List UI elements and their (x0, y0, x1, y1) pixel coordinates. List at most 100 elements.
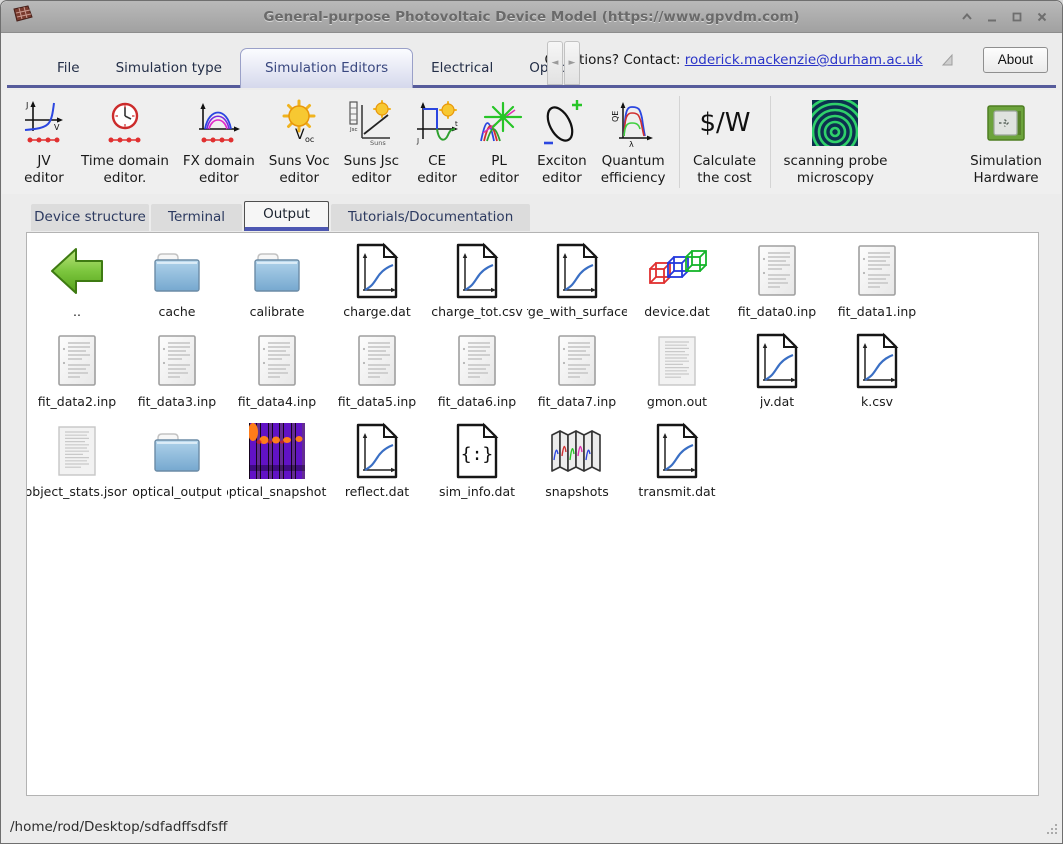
file-item-fit-data2-inp[interactable]: fit_data2.inp (27, 327, 127, 417)
file-item-sim-info-dat[interactable]: {:} sim_info.dat (427, 417, 527, 507)
svg-text:{:}: {:} (461, 444, 494, 465)
file-item-label: optical_output (132, 484, 221, 499)
toolbar-button-quantum-efficiency[interactable]: QE λ Quantum efficiency (601, 96, 666, 188)
file-item-calibrate[interactable]: calibrate (227, 237, 327, 327)
toolbar-button-label: PL editor (479, 153, 519, 188)
menubar-tab-label: Simulation Editors (265, 60, 388, 76)
document-tab-terminal[interactable]: Terminal (151, 204, 242, 231)
document-tab-label: Tutorials/Documentation (348, 209, 513, 225)
about-button[interactable]: About (983, 47, 1048, 73)
file-item-label: fit_data7.inp (538, 394, 616, 409)
shade-button[interactable] (959, 9, 975, 25)
jv-editor-icon: JV (21, 99, 67, 147)
tab-scroll-left-button[interactable]: ◄ (547, 41, 563, 85)
file-item-fit-data3-inp[interactable]: fit_data3.inp (127, 327, 227, 417)
toolbar-button-scanning-probe-microscopy[interactable]: scanning probe microscopy (784, 96, 888, 188)
toolbar-button-pl-editor[interactable]: PL editor (475, 96, 523, 188)
menubar-tab-simulation-type[interactable]: Simulation type (98, 51, 240, 85)
toolbar-button-ce-editor[interactable]: tJ CE editor (413, 96, 461, 188)
toolbar-button-label: Suns Voc editor (269, 153, 330, 188)
file-item-label: jv.dat (760, 394, 794, 409)
file-item-label: charge.dat (343, 304, 410, 319)
file-item-label: fit_data0.inp (738, 304, 816, 319)
tab-scroll-buttons: ◄ ► (547, 41, 581, 85)
file-item-label: fit_data6.inp (438, 394, 516, 409)
document-tab-label: Terminal (168, 209, 225, 225)
menubar-tab-file[interactable]: File (39, 51, 98, 85)
heatmap-icon (249, 423, 305, 479)
snapshots-icon (548, 426, 606, 476)
ribbon-menubar: FileSimulation type Simulation Editors Ele… (1, 34, 1062, 88)
file-item-fit-data7-inp[interactable]: fit_data7.inp (527, 327, 627, 417)
file-item-reflect-dat[interactable]: reflect.dat (327, 417, 427, 507)
folder-icon (149, 425, 205, 477)
file-item-snapshots[interactable]: snapshots (527, 417, 627, 507)
exciton-editor-icon (538, 97, 586, 149)
maximize-button[interactable] (1009, 9, 1025, 25)
document-tab-device-structure[interactable]: Device structure (31, 204, 149, 231)
file-item-label: charge_with_surface.csv (527, 304, 627, 319)
file-item-k-csv[interactable]: k.csv (827, 327, 927, 417)
svg-text:Jsc: Jsc (349, 127, 358, 133)
text-doc-icon (352, 333, 402, 389)
json-doc-icon: {:} (452, 422, 502, 480)
window-controls (959, 9, 1062, 25)
resize-grip[interactable] (1046, 823, 1059, 840)
file-item-charge-dat[interactable]: charge.dat (327, 237, 427, 327)
toolbar-button-label: Simulation Hardware (970, 153, 1042, 188)
document-tab-output[interactable]: Output (244, 201, 329, 231)
file-browser-panel[interactable]: .. cache calibrate charge.dat charge_tot… (26, 232, 1039, 796)
file-item-fit-data6-inp[interactable]: fit_data6.inp (427, 327, 527, 417)
pl-editor-icon (475, 99, 523, 147)
titlebar[interactable]: General-purpose Photovoltaic Device Mode… (1, 1, 1062, 33)
folder-icon (149, 245, 205, 297)
tab-scroll-right-button[interactable]: ► (564, 41, 580, 85)
toolbar-button-simulation-hardware[interactable]: Simulation Hardware (970, 96, 1042, 188)
file-item-charge-tot-csv[interactable]: charge_tot.csv (427, 237, 527, 327)
toolbar-button-label: Calculate the cost (693, 153, 756, 188)
file-item-optical-output[interactable]: optical_output (127, 417, 227, 507)
folder-icon (249, 245, 305, 297)
text-doc-icon (252, 333, 302, 389)
file-item-fit-data1-inp[interactable]: fit_data1.inp (827, 237, 927, 327)
file-item-transmit-dat[interactable]: transmit.dat (627, 417, 727, 507)
file-item-fit-data5-inp[interactable]: fit_data5.inp (327, 327, 427, 417)
toolbar-button-label: CE editor (417, 153, 457, 188)
menubar-tab-label: Electrical (431, 60, 493, 76)
toolbar-button-label: Suns Jsc editor (344, 153, 399, 188)
menubar-tab-electrical[interactable]: Electrical (413, 51, 511, 85)
toolbar-button-calculate-the-cost[interactable]: $/W Calculate the cost (693, 96, 757, 188)
file-item-optical-snapshots[interactable]: optical_snapshots (227, 417, 327, 507)
menubar-tabs: FileSimulation type Simulation Editors Ele… (39, 48, 595, 85)
chart-doc-icon (852, 332, 902, 390)
document-tab-tutorials-documentation[interactable]: Tutorials/Documentation (331, 204, 530, 231)
toolbar-button-time-domain-editor[interactable]: Time domain editor. (81, 96, 169, 188)
time-domain-icon (102, 99, 148, 147)
text-doc-icon (52, 333, 102, 389)
svg-text:t: t (455, 120, 458, 128)
minimize-button[interactable] (984, 9, 1000, 25)
simulation-hardware-icon (986, 103, 1026, 143)
file-item-device-dat[interactable]: device.dat (627, 237, 727, 327)
file-item-fit-data0-inp[interactable]: fit_data0.inp (727, 237, 827, 327)
toolbar-button-fx-domain-editor[interactable]: FX domain editor (183, 96, 255, 188)
file-item-jv-dat[interactable]: jv.dat (727, 327, 827, 417)
toolbar-button-exciton-editor[interactable]: Exciton editor (537, 96, 587, 188)
file-item-object-stats-json[interactable]: object_stats.json (27, 417, 127, 507)
text-doc-icon (452, 333, 502, 389)
toolbar-button-suns-voc-editor[interactable]: Voc Suns Voc editor (269, 96, 330, 188)
statusbar-path: /home/rod/Desktop/sdfadffsdfsff (10, 819, 227, 835)
quantum-efficiency-icon: QE λ (609, 98, 657, 148)
close-button[interactable] (1034, 9, 1050, 25)
toolbar-button-suns-jsc-editor[interactable]: Jsc Suns Suns Jsc editor (344, 96, 399, 188)
file-item-cache[interactable]: cache (127, 237, 227, 327)
menubar-tab-simulation-editors[interactable]: Simulation Editors (240, 48, 413, 88)
file-item-gmon-out[interactable]: gmon.out (627, 327, 727, 417)
svg-text:V: V (295, 127, 305, 143)
file-item-fit-data4-inp[interactable]: fit_data4.inp (227, 327, 327, 417)
file-item-[interactable]: .. (27, 237, 127, 327)
suns-jsc-icon: Jsc Suns (347, 99, 395, 147)
file-item-charge-with-surface-csv[interactable]: charge_with_surface.csv (527, 237, 627, 327)
toolbar-button-jv-editor[interactable]: JV JV editor (21, 96, 67, 188)
contact-email-link[interactable]: roderick.mackenzie@durham.ac.uk (685, 52, 923, 68)
